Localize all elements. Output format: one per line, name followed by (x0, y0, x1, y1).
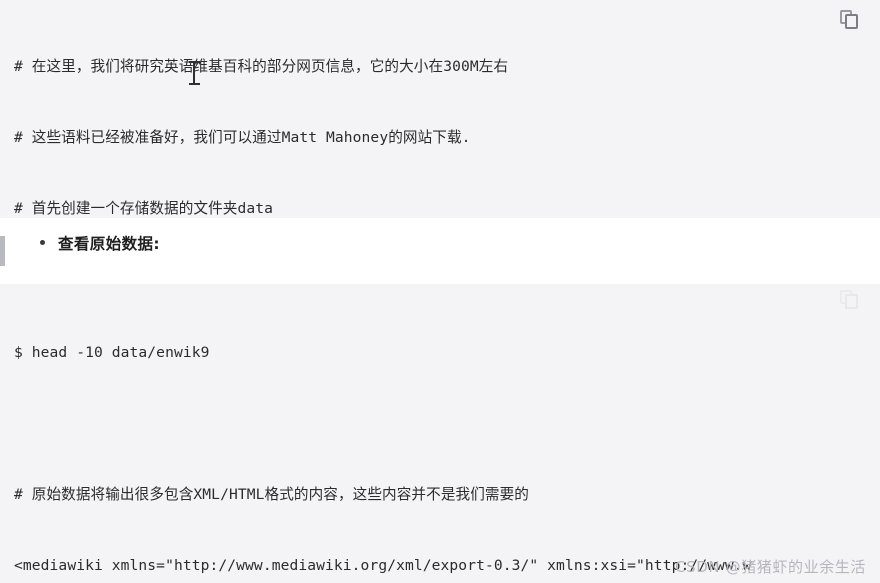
code-line: # 这些语料已经被准备好，我们可以通过Matt Mahoney的网站下载. (14, 128, 471, 146)
code-block-install: # 在这里，我们将研究英语维基百科的部分网页信息，它的大小在300M左右 # 这… (0, 0, 880, 571)
bullet-dot-icon (40, 240, 45, 245)
code-line: # 首先创建一个存储数据的文件夹data (14, 199, 274, 217)
list-item-label: 查看原始数据: (58, 235, 160, 253)
copy-icon[interactable] (840, 10, 862, 32)
code-block-head-output: $ head -10 data/enwik9 # 原始数据将输出很多包含XML/… (0, 284, 880, 583)
list-item: 查看原始数据: (40, 232, 160, 254)
blockquote-accent-bar (0, 236, 5, 266)
code-block-head-output-lines: $ head -10 data/enwik9 # 原始数据将输出很多包含XML/… (0, 294, 880, 583)
copy-icon[interactable] (840, 290, 862, 312)
csdn-watermark: CSDN @猪猪虾的业余生活 (675, 558, 866, 576)
code-line: $ head -10 data/enwik9 (14, 344, 210, 362)
blockquote-view-raw-data: 查看原始数据: (0, 218, 880, 284)
copy-icon-front-square (845, 294, 858, 309)
page-root: # 在这里，我们将研究英语维基百科的部分网页信息，它的大小在300M左右 # 这… (0, 0, 880, 583)
copy-icon-front-square (845, 14, 858, 29)
code-line: # 在这里，我们将研究英语维基百科的部分网页信息，它的大小在300M左右 (14, 58, 509, 76)
code-line: # 原始数据将输出很多包含XML/HTML格式的内容，这些内容并不是我们需要的 (14, 485, 529, 503)
